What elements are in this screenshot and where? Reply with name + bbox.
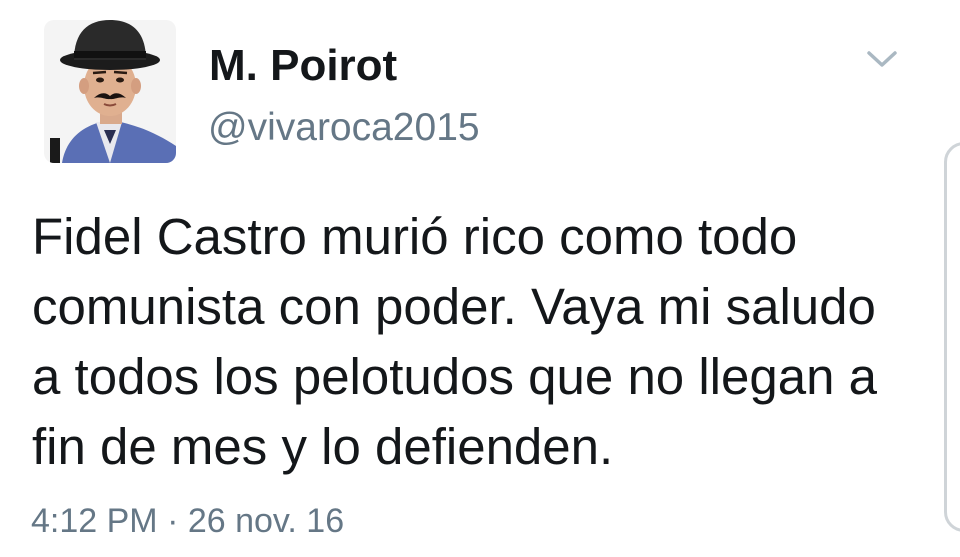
tweet-timestamp[interactable]: 4:12 PM · 26 nov. 16: [31, 498, 344, 544]
screen-edge-frame: [944, 142, 960, 532]
user-handle[interactable]: @vivaroca2015: [208, 102, 480, 154]
tweet-card: M. Poirot @vivaroca2015 Fidel Castro mur…: [0, 0, 960, 557]
avatar-image: [44, 20, 176, 163]
chevron-down-icon[interactable]: [860, 44, 904, 76]
tweet-text: Fidel Castro murió rico como todo comuni…: [32, 208, 877, 475]
display-name[interactable]: M. Poirot: [209, 38, 397, 94]
avatar[interactable]: [44, 20, 176, 163]
